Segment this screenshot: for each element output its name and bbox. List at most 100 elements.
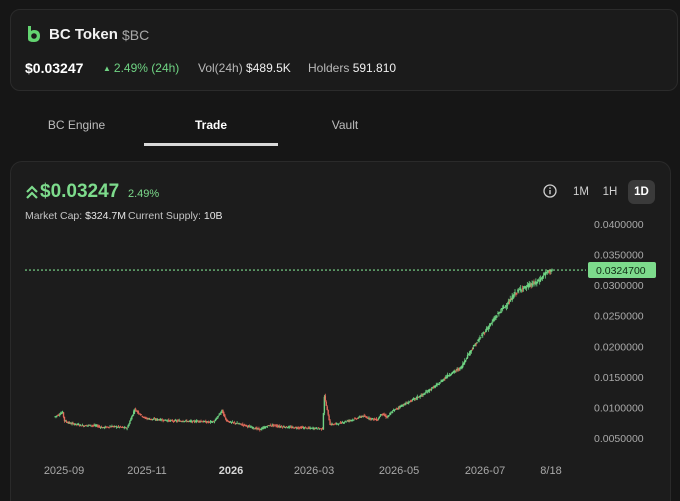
candle-body — [507, 301, 510, 305]
candle-body — [450, 373, 453, 375]
candle-body — [127, 425, 129, 428]
x-tick-label: 2026 — [219, 465, 243, 477]
candle-body — [214, 419, 216, 422]
candle-body — [119, 426, 122, 428]
candle-body — [506, 305, 509, 306]
candle-body — [522, 287, 525, 289]
candle-body — [295, 427, 297, 429]
x-tick-label: 2025-11 — [127, 465, 167, 477]
candle-body — [407, 403, 409, 405]
candle-body — [72, 423, 74, 424]
candle-body — [240, 423, 242, 425]
candle-body — [132, 414, 134, 417]
candle-body — [343, 422, 345, 423]
candle-body — [505, 306, 508, 307]
candle-body — [345, 421, 347, 423]
candle-body — [420, 395, 422, 397]
candle-body — [532, 284, 534, 286]
candle-body — [133, 410, 136, 413]
candle-body — [402, 405, 404, 407]
candle-body — [137, 411, 140, 414]
candle-body — [503, 307, 506, 309]
current-price-tag-label: 0.0324700 — [596, 265, 646, 277]
candle-body — [536, 282, 538, 284]
candle-body — [212, 421, 215, 422]
candle-body — [322, 413, 325, 430]
candle-body — [324, 395, 327, 401]
candle-body — [376, 420, 379, 421]
candle-body — [317, 427, 320, 429]
candle-body — [455, 370, 457, 372]
candle-body — [470, 350, 473, 352]
candle-body — [500, 311, 502, 313]
y-tick-label: 0.0250000 — [594, 311, 644, 323]
candle-body — [217, 415, 219, 418]
x-tick-label: 2026-05 — [379, 465, 419, 477]
candle-body — [270, 425, 272, 427]
candle-body — [220, 412, 222, 414]
candle-body — [482, 334, 484, 336]
candle-body — [79, 424, 82, 426]
candle-body — [129, 421, 131, 424]
candle-body — [243, 424, 246, 426]
candle-body — [154, 419, 157, 421]
candle-body — [250, 426, 253, 428]
candle-body — [224, 414, 226, 417]
candle-body — [366, 417, 368, 419]
candle-body — [438, 383, 440, 386]
candle-body — [153, 418, 156, 420]
candle-body — [141, 415, 143, 417]
candle-body — [215, 418, 217, 420]
candle-body — [316, 427, 318, 429]
candle-body — [490, 322, 492, 324]
candle-body — [218, 414, 220, 416]
y-tick-label: 0.0050000 — [594, 433, 644, 445]
candle-body — [513, 294, 515, 297]
candle-body — [78, 424, 80, 426]
candle-body — [353, 419, 355, 421]
candle-body — [471, 349, 474, 351]
candle-body — [59, 414, 61, 416]
candle-body — [489, 323, 492, 326]
candle-body — [424, 394, 426, 395]
candle-body — [317, 428, 319, 430]
candle-body — [266, 426, 269, 428]
price-chart[interactable]: 0.0400000 0.0350000 0.0300000 0.0250000 0.02… — [0, 0, 680, 501]
candle-body — [410, 400, 413, 402]
candle-body — [193, 420, 196, 422]
candle-body — [472, 347, 474, 349]
candle-body — [63, 416, 66, 422]
candle-body — [78, 425, 81, 427]
candle-body — [98, 426, 101, 428]
x-tick-label: 2026-07 — [465, 465, 505, 477]
candle-body — [306, 428, 308, 430]
candle-body — [140, 414, 143, 416]
candle-body — [541, 276, 544, 279]
candle-body — [225, 417, 227, 420]
candle-body — [491, 321, 493, 323]
y-tick-label: 0.0300000 — [594, 280, 644, 292]
x-tick-label: 2025-09 — [44, 465, 84, 477]
candle-body — [325, 401, 327, 406]
candle-body — [493, 319, 495, 321]
candle-body — [494, 317, 496, 319]
candle-body — [488, 326, 491, 328]
candle-body — [525, 287, 528, 289]
y-tick-label: 0.0200000 — [594, 341, 644, 353]
candle-body — [364, 416, 366, 418]
candle-body — [516, 292, 518, 294]
candle-body — [96, 425, 98, 426]
candle-body — [435, 384, 437, 387]
y-tick-label: 0.0150000 — [594, 372, 644, 384]
candle-body — [219, 413, 221, 415]
candle-body — [274, 424, 276, 426]
candle-body — [62, 412, 65, 417]
candle-body — [464, 360, 467, 362]
candle-body — [134, 408, 137, 410]
candle-body — [329, 420, 331, 425]
candle-body — [444, 378, 446, 380]
candle-body — [210, 421, 213, 422]
candle-body — [390, 412, 392, 415]
candle-body — [379, 415, 382, 417]
candle-body — [65, 421, 68, 422]
